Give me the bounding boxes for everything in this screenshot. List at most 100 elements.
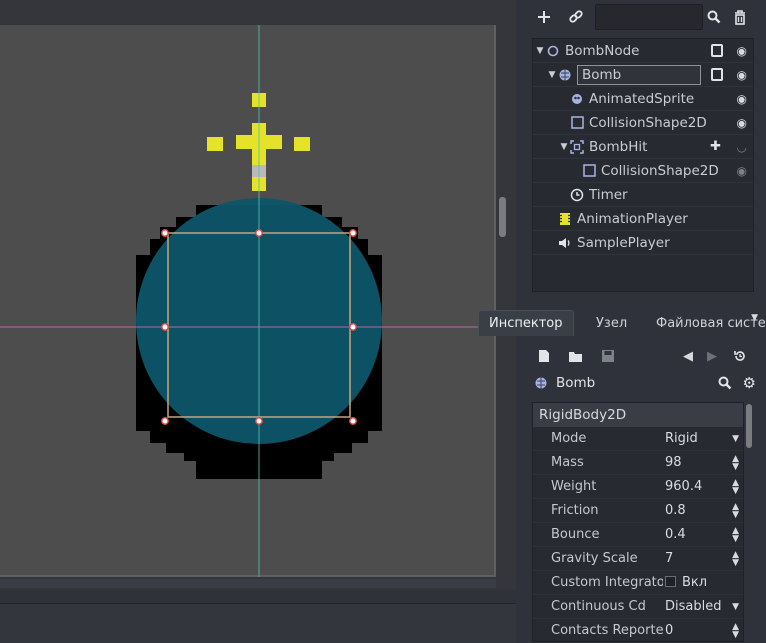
tree-item-collisionshape2d-child[interactable]: CollisionShape2D ◉ [533, 159, 753, 183]
godot-editor-window: ▼ BombNode ◉ ▼ Bomb ◉ AnimatedSprite ◉ C… [0, 0, 766, 643]
rigidbody-globe-icon [557, 67, 573, 83]
visibility-eye-closed-icon[interactable]: ◡ [737, 140, 747, 154]
property-name: Gravity Scale [551, 551, 638, 566]
inspected-object-header: Bomb ⚙ [534, 372, 756, 394]
save-disk-icon[interactable] [598, 346, 618, 366]
visibility-eye-icon[interactable]: ◉ [737, 44, 747, 58]
tree-item-label: CollisionShape2D [601, 162, 719, 179]
visibility-eye-icon[interactable]: ◉ [737, 92, 747, 106]
tree-item-label: AnimatedSprite [589, 90, 695, 107]
sample-player-icon [557, 235, 573, 251]
property-row-bounce[interactable]: Bounce 0.4 ▲ ▼ [533, 523, 743, 547]
scene-viewport[interactable] [0, 0, 516, 643]
node-circle-icon [545, 43, 561, 59]
property-name: Bounce [551, 527, 600, 542]
property-value-spin[interactable]: 98 [665, 455, 735, 470]
script-icon[interactable] [711, 68, 723, 81]
scene-tree-dock: ▼ BombNode ◉ ▼ Bomb ◉ AnimatedSprite ◉ C… [526, 0, 766, 298]
property-row-custom-integrator[interactable]: Custom Integrato Вкл [533, 571, 743, 595]
add-node-icon[interactable] [532, 4, 556, 30]
property-name: Mass [551, 455, 584, 470]
property-name: Mode [551, 431, 587, 446]
dock-tab-bar: Инспектор Узел Файловая систем ▼ [478, 310, 766, 338]
collapse-arrow-icon[interactable]: ▼ [547, 70, 557, 80]
property-row-contacts-reported[interactable]: Contacts Reporte 0 ▲ ▼ [533, 619, 743, 641]
history-back-icon[interactable]: ◀ [678, 346, 698, 366]
tree-item-animationplayer[interactable]: AnimationPlayer [533, 207, 753, 231]
property-list[interactable]: RigidBody2D Mode Rigid ▼ Mass 98 ▲ ▼ Weig… [532, 402, 744, 642]
canvas-2d[interactable] [0, 25, 496, 577]
tree-item-collisionshape2d[interactable]: CollisionShape2D ◉ [533, 111, 753, 135]
bottom-panel-bar [0, 603, 516, 643]
gear-icon[interactable]: ⚙ [743, 374, 756, 392]
section-header: RigidBody2D [533, 403, 743, 427]
property-row-weight[interactable]: Weight 960.4 ▲ ▼ [533, 475, 743, 499]
property-value-spin[interactable]: 960.4 [665, 479, 735, 494]
property-value-spin[interactable]: 7 [665, 551, 735, 566]
spin-arrows-icon[interactable]: ▲ ▼ [732, 550, 739, 567]
search-icon[interactable] [702, 4, 726, 30]
checkbox-icon[interactable] [665, 576, 676, 587]
scrollbar-thumb[interactable] [746, 404, 752, 448]
property-checkbox[interactable]: Вкл [665, 575, 735, 590]
scene-filter-input[interactable] [595, 4, 703, 30]
visibility-eye-icon[interactable]: ◉ [737, 68, 747, 82]
delete-trash-icon[interactable] [728, 4, 752, 30]
spin-arrows-icon[interactable]: ▲ ▼ [732, 526, 739, 543]
tab-inspector[interactable]: Инспектор [478, 310, 574, 336]
property-value-spin[interactable]: 0 [665, 623, 735, 638]
tree-item-bombhit[interactable]: ▼ BombHit ✚ ◡ [533, 135, 753, 159]
tab-menu-arrow-icon[interactable]: ▼ [751, 313, 758, 323]
property-value-spin[interactable]: 0.8 [665, 503, 735, 518]
tree-item-label: BombHit [589, 138, 648, 155]
spin-arrows-icon[interactable]: ▲ ▼ [732, 478, 739, 495]
property-row-friction[interactable]: Friction 0.8 ▲ ▼ [533, 499, 743, 523]
viewport-vertical-scrollbar[interactable] [498, 25, 508, 577]
timer-icon [569, 187, 585, 203]
property-name: Contacts Reporte [551, 623, 663, 638]
tree-item-bomb[interactable]: ▼ Bomb ◉ [533, 63, 753, 87]
scrollbar-thumb[interactable] [499, 197, 506, 237]
collapse-arrow-icon[interactable]: ▼ [535, 46, 545, 56]
property-name: Friction [551, 503, 599, 518]
property-row-mass[interactable]: Mass 98 ▲ ▼ [533, 451, 743, 475]
spin-arrows-icon[interactable]: ▲ ▼ [732, 454, 739, 471]
tab-filesystem[interactable]: Файловая систем [646, 310, 766, 336]
property-row-mode[interactable]: Mode Rigid ▼ [533, 427, 743, 451]
script-icon[interactable] [711, 44, 723, 57]
open-folder-icon[interactable] [566, 346, 586, 366]
tree-item-bombnode[interactable]: ▼ BombNode ◉ [533, 39, 753, 63]
spin-arrows-icon[interactable]: ▲ ▼ [732, 622, 739, 639]
checkbox-label: Вкл [682, 575, 708, 590]
lock-pin-icon[interactable]: ✚ [710, 139, 721, 154]
area2d-icon [569, 139, 585, 155]
property-value-dropdown[interactable]: Rigid [665, 431, 735, 446]
inspector-scrollbar[interactable] [746, 404, 754, 640]
scene-canvas-drawing[interactable] [0, 25, 496, 577]
property-row-gravity-scale[interactable]: Gravity Scale 7 ▲ ▼ [533, 547, 743, 571]
tab-node[interactable]: Узел [586, 310, 637, 336]
property-name: Weight [551, 479, 597, 494]
tree-item-animatedsprite[interactable]: AnimatedSprite ◉ [533, 87, 753, 111]
tree-item-label: BombNode [565, 42, 640, 59]
property-row-continuous-cd[interactable]: Continuous Cd Disabled ▼ [533, 595, 743, 619]
object-history-icon[interactable] [730, 346, 750, 366]
viewport-horizontal-scrollbar[interactable] [0, 579, 496, 588]
tree-item-sampleplayer[interactable]: SamplePlayer [533, 231, 753, 255]
instance-link-icon[interactable] [564, 4, 588, 30]
scene-tree[interactable]: ▼ BombNode ◉ ▼ Bomb ◉ AnimatedSprite ◉ C… [532, 38, 754, 292]
visibility-eye-icon[interactable]: ◉ [737, 116, 747, 130]
tree-item-rename-field[interactable]: Bomb [577, 64, 701, 85]
tree-item-timer[interactable]: Timer [533, 183, 753, 207]
tree-item-label: CollisionShape2D [589, 114, 707, 131]
spin-arrows-icon[interactable]: ▲ ▼ [732, 502, 739, 519]
search-icon[interactable] [718, 376, 732, 390]
dropdown-arrow-icon[interactable]: ▼ [732, 602, 739, 611]
new-resource-file-icon[interactable] [534, 346, 554, 366]
history-forward-icon[interactable]: ▶ [702, 346, 722, 366]
property-value-dropdown[interactable]: Disabled [665, 599, 735, 614]
collapse-arrow-icon[interactable]: ▼ [559, 142, 569, 152]
dropdown-arrow-icon[interactable]: ▼ [732, 434, 739, 443]
property-value-spin[interactable]: 0.4 [665, 527, 735, 542]
visibility-eye-icon[interactable]: ◉ [737, 164, 747, 178]
